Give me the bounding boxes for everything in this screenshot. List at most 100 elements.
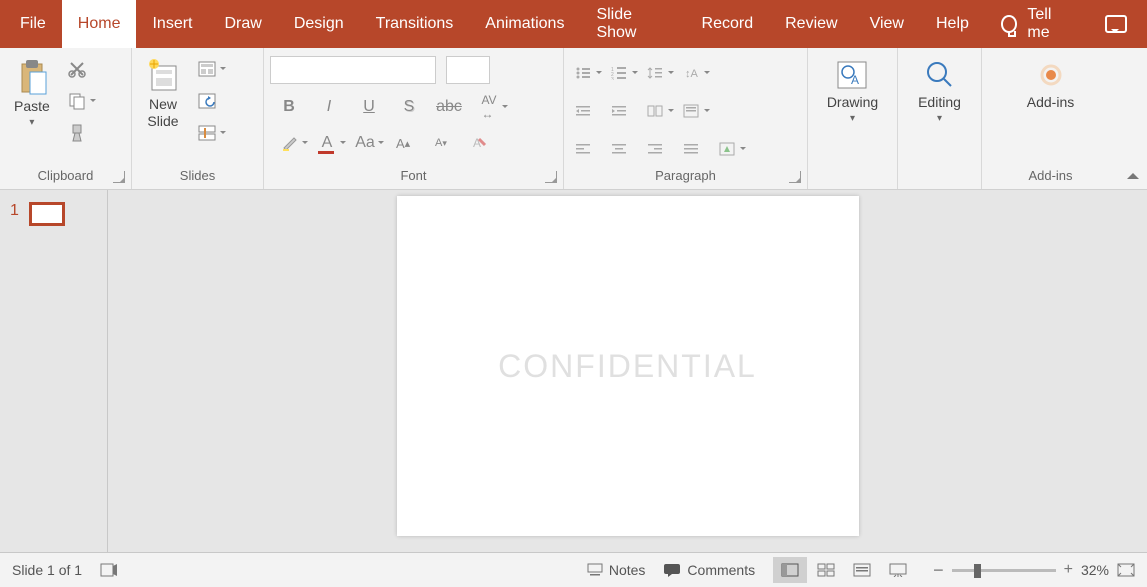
slideshow-view-button[interactable] xyxy=(881,557,915,583)
copy-button[interactable] xyxy=(64,88,90,114)
fit-to-window-button[interactable] xyxy=(1117,563,1135,577)
columns-button[interactable] xyxy=(642,98,668,124)
new-slide-button[interactable]: New Slide xyxy=(138,54,188,134)
justify-button[interactable] xyxy=(678,136,704,162)
font-size-combo[interactable] xyxy=(446,56,490,84)
tab-draw[interactable]: Draw xyxy=(208,0,277,48)
accessibility-button[interactable] xyxy=(100,562,118,578)
clear-formatting-button[interactable]: A xyxy=(466,130,492,156)
bullets-icon xyxy=(575,66,591,80)
chevron-up-icon xyxy=(1127,167,1139,179)
addins-icon xyxy=(1034,58,1068,92)
copy-icon xyxy=(68,92,86,110)
bold-button[interactable]: B xyxy=(276,94,302,120)
highlight-icon xyxy=(281,135,297,151)
editing-button[interactable]: Editing ▾ xyxy=(910,54,969,129)
character-spacing-button[interactable]: AV↔ xyxy=(476,94,502,120)
tab-home[interactable]: Home xyxy=(62,0,137,48)
comments-button[interactable]: Comments xyxy=(663,562,755,578)
zoom-percent[interactable]: 32% xyxy=(1081,562,1109,578)
reading-view-button[interactable] xyxy=(845,557,879,583)
align-right-button[interactable] xyxy=(642,136,668,162)
drawing-label: Drawing xyxy=(827,94,878,111)
zoom-in-button[interactable]: + xyxy=(1064,561,1073,579)
zoom-control: − + 32% xyxy=(933,560,1135,581)
group-clipboard: Paste ▾ Clipboard xyxy=(0,48,132,189)
columns-icon xyxy=(647,104,663,118)
decrease-indent-button[interactable] xyxy=(570,98,596,124)
font-color-button[interactable]: A xyxy=(314,130,340,156)
chevron-down-icon: ▾ xyxy=(850,113,855,125)
strikethrough-button[interactable]: abc xyxy=(436,94,462,120)
sorter-view-button[interactable] xyxy=(809,557,843,583)
linespacing-icon xyxy=(647,66,663,80)
dialog-launcher-font[interactable] xyxy=(545,171,557,183)
tab-record[interactable]: Record xyxy=(686,0,770,48)
zoom-out-button[interactable]: − xyxy=(933,560,944,581)
reset-icon xyxy=(198,93,216,109)
lightbulb-icon xyxy=(1001,15,1018,33)
line-spacing-button[interactable] xyxy=(642,60,668,86)
dialog-launcher-paragraph[interactable] xyxy=(789,171,801,183)
addins-button[interactable]: Add-ins xyxy=(1019,54,1082,115)
notes-button[interactable]: Notes xyxy=(587,562,646,578)
font-family-combo[interactable] xyxy=(270,56,436,84)
tab-help[interactable]: Help xyxy=(920,0,985,48)
dialog-launcher-clipboard[interactable] xyxy=(113,171,125,183)
aligntext-icon xyxy=(683,104,699,118)
slide[interactable]: CONFIDENTIAL xyxy=(397,196,859,536)
collapse-ribbon-button[interactable] xyxy=(1119,48,1147,189)
tab-animations[interactable]: Animations xyxy=(469,0,580,48)
zoom-slider[interactable] xyxy=(952,569,1056,572)
increase-font-button[interactable]: A▴ xyxy=(390,130,416,156)
eraser-icon: A xyxy=(471,135,487,151)
change-case-button[interactable]: Aa xyxy=(352,130,378,156)
group-label-paragraph: Paragraph xyxy=(564,164,807,189)
tab-insert[interactable]: Insert xyxy=(136,0,208,48)
normal-view-button[interactable] xyxy=(773,557,807,583)
align-center-button[interactable] xyxy=(606,136,632,162)
slide-canvas[interactable]: CONFIDENTIAL xyxy=(108,190,1147,552)
work-area: 1 CONFIDENTIAL xyxy=(0,190,1147,552)
decrease-font-button[interactable]: A▾ xyxy=(428,130,454,156)
layout-button[interactable] xyxy=(194,56,220,82)
paste-button[interactable]: Paste ▾ xyxy=(6,54,58,133)
svg-text:3: 3 xyxy=(611,77,614,80)
italic-button[interactable]: I xyxy=(316,94,342,120)
tell-me-search[interactable]: Tell me xyxy=(985,6,1089,42)
bullets-button[interactable] xyxy=(570,60,596,86)
increase-indent-button[interactable] xyxy=(606,98,632,124)
tab-file[interactable]: File xyxy=(4,0,62,48)
smartart-button[interactable] xyxy=(714,136,740,162)
numbering-button[interactable]: 123 xyxy=(606,60,632,86)
zoom-slider-handle[interactable] xyxy=(974,564,981,578)
tab-view[interactable]: View xyxy=(854,0,920,48)
tab-transitions[interactable]: Transitions xyxy=(360,0,470,48)
highlight-button[interactable] xyxy=(276,130,302,156)
normal-view-icon xyxy=(781,563,799,577)
format-painter-button[interactable] xyxy=(64,120,90,146)
text-direction-button[interactable]: ↕A xyxy=(678,60,704,86)
slide-counter[interactable]: Slide 1 of 1 xyxy=(12,562,82,578)
shadow-button[interactable]: S xyxy=(396,94,422,120)
underline-button[interactable]: U xyxy=(356,94,382,120)
tab-slideshow[interactable]: Slide Show xyxy=(580,0,685,48)
drawing-button[interactable]: A Drawing ▾ xyxy=(819,54,886,129)
slide-thumbnails-panel[interactable]: 1 xyxy=(0,190,108,552)
paste-label: Paste xyxy=(14,98,50,115)
chevron-down-icon: ▾ xyxy=(29,117,34,129)
reset-button[interactable] xyxy=(194,88,220,114)
tab-review[interactable]: Review xyxy=(769,0,853,48)
cut-button[interactable] xyxy=(64,56,90,82)
align-left-button[interactable] xyxy=(570,136,596,162)
thumbnail-1[interactable]: 1 xyxy=(10,202,97,226)
present-icon xyxy=(889,563,907,577)
tab-design[interactable]: Design xyxy=(278,0,360,48)
section-button[interactable] xyxy=(194,120,220,146)
comments-icon[interactable] xyxy=(1105,15,1127,33)
group-label-slides: Slides xyxy=(132,164,263,189)
watermark-text: CONFIDENTIAL xyxy=(498,348,757,385)
section-icon xyxy=(198,125,216,141)
tell-me-label: Tell me xyxy=(1027,6,1072,42)
align-text-button[interactable] xyxy=(678,98,704,124)
